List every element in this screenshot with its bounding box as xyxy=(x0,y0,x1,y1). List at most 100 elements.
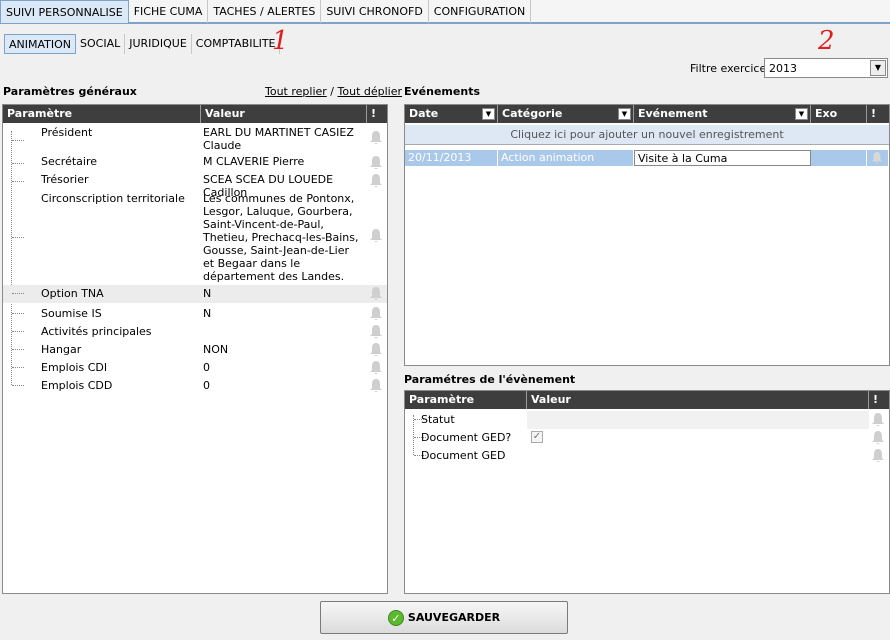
bell-icon[interactable] xyxy=(369,286,383,302)
event-row[interactable]: 20/11/2013 Action animation Visite à la … xyxy=(405,150,889,166)
link-separator: / xyxy=(330,85,335,98)
tree-branch xyxy=(12,140,24,141)
annotation-2: 2 xyxy=(818,26,835,56)
param-label: Soumise IS xyxy=(41,307,102,320)
col-header-value[interactable]: Valeur xyxy=(527,391,869,409)
bell-icon[interactable] xyxy=(369,155,383,171)
param-value: 0 xyxy=(203,361,210,374)
filter-exercice-select[interactable]: 2013 ▼ xyxy=(764,58,888,78)
event-params-title: Paramétres de l'évènement xyxy=(404,373,576,386)
param-label: Document GED? xyxy=(421,431,512,444)
param-row[interactable]: Hangar NON xyxy=(3,341,387,359)
col-header-value[interactable]: Valeur xyxy=(201,105,367,123)
bell-icon[interactable] xyxy=(871,448,885,464)
param-row[interactable]: Option TNA N xyxy=(3,285,387,303)
tab-taches-alertes[interactable]: TACHES / ALERTES xyxy=(208,0,322,23)
tree-branch xyxy=(12,181,24,182)
param-label: Emplois CDI xyxy=(41,361,108,374)
bell-icon[interactable] xyxy=(369,342,383,358)
document-ged-checkbox[interactable]: ✓ xyxy=(531,431,543,443)
param-value: N xyxy=(203,287,212,300)
tree-branch xyxy=(12,367,24,368)
tree-branch xyxy=(12,385,24,386)
param-row[interactable]: Emplois CDD 0 xyxy=(3,377,387,395)
save-button[interactable]: ✓ SAUVEGARDER xyxy=(320,601,568,634)
col-header-alert[interactable]: ! xyxy=(867,105,889,123)
main-tab-bar: SUIVI PERSONNALISE FICHE CUMA TACHES / A… xyxy=(0,0,890,24)
param-label: Circonscription territoriale xyxy=(41,192,185,205)
subtab-juridique[interactable]: JURIDIQUE xyxy=(125,34,192,54)
param-row[interactable]: Président EARL DU MARTINET CASIEZ Claude xyxy=(3,126,387,154)
param-value: Les communes de Pontonx, Lesgor, Laluque… xyxy=(203,192,359,283)
param-row[interactable]: Statut xyxy=(405,411,889,429)
chevron-down-icon[interactable]: ▼ xyxy=(795,108,808,120)
param-label: Trésorier xyxy=(41,173,89,186)
bell-icon[interactable] xyxy=(871,430,885,446)
filter-exercice-label: Filtre exercice xyxy=(690,62,767,75)
bell-icon[interactable] xyxy=(871,412,885,428)
col-header-category[interactable]: Catégorie ▼ xyxy=(498,105,634,123)
tree-branch xyxy=(12,163,24,164)
bell-icon[interactable] xyxy=(871,151,883,165)
chevron-down-icon[interactable]: ▼ xyxy=(618,108,631,120)
col-header-param[interactable]: Paramètre xyxy=(3,105,201,123)
subtab-social[interactable]: SOCIAL xyxy=(76,34,126,54)
param-row[interactable]: Circonscription territoriale Les commune… xyxy=(3,192,387,284)
general-params-grid: Paramètre Valeur ! Président EARL DU MAR… xyxy=(2,104,388,594)
event-category: Action animation xyxy=(498,150,634,166)
col-header-event-label: Evénement xyxy=(638,107,708,120)
tree-branch xyxy=(12,313,24,314)
save-button-label: SAUVEGARDER xyxy=(407,611,501,624)
add-record-row[interactable]: Cliquez ici pour ajouter un nouvel enreg… xyxy=(405,125,889,145)
param-row[interactable]: Trésorier SCEA SCEA DU LOUEDE Cadillon xyxy=(3,173,387,199)
tree-branch xyxy=(12,331,24,332)
tab-suivi-personnalise[interactable]: SUIVI PERSONNALISE xyxy=(0,0,129,23)
expand-all-link[interactable]: Tout déplier xyxy=(338,85,403,98)
tab-suivi-chronofd[interactable]: SUIVI CHRONOFD xyxy=(321,0,429,23)
collapse-all-link[interactable]: Tout replier xyxy=(265,85,327,98)
general-params-title: Paramètres généraux xyxy=(3,85,137,98)
param-row[interactable]: Secrétaire M CLAVERIE Pierre xyxy=(3,155,387,173)
bell-icon[interactable] xyxy=(369,378,383,394)
subtab-comptabilite[interactable]: COMPTABILITE xyxy=(192,34,281,54)
col-header-alert[interactable]: ! xyxy=(367,105,387,123)
param-row[interactable]: Activités principales xyxy=(3,323,387,341)
status-value-field[interactable] xyxy=(527,411,869,429)
bell-icon[interactable] xyxy=(369,173,383,189)
tab-fiche-cuma[interactable]: FICHE CUMA xyxy=(129,0,209,23)
param-row[interactable]: Document GED? ✓ xyxy=(405,429,889,447)
bell-icon[interactable] xyxy=(369,324,383,340)
event-alert-cell xyxy=(867,150,889,166)
param-label: Président xyxy=(41,126,93,139)
bell-icon[interactable] xyxy=(369,306,383,322)
col-header-date-label: Date xyxy=(409,107,439,120)
tree-branch xyxy=(12,237,24,238)
col-header-date[interactable]: Date ▼ xyxy=(405,105,498,123)
tree-branch xyxy=(12,293,24,294)
col-header-event[interactable]: Evénement ▼ xyxy=(634,105,811,123)
bell-icon[interactable] xyxy=(369,130,383,146)
bell-icon[interactable] xyxy=(369,360,383,376)
bell-icon[interactable] xyxy=(369,228,383,244)
grid-header: Paramètre Valeur ! xyxy=(405,391,889,409)
col-header-exo[interactable]: Exo xyxy=(811,105,867,123)
param-label: Option TNA xyxy=(41,287,104,300)
tree-toggle-links: Tout replier / Tout déplier xyxy=(265,85,402,98)
event-name[interactable]: Visite à la Cuma xyxy=(634,150,811,166)
chevron-down-icon[interactable]: ▼ xyxy=(870,60,886,76)
param-row[interactable]: Document GED xyxy=(405,447,889,465)
check-icon: ✓ xyxy=(387,609,404,626)
col-header-alert[interactable]: ! xyxy=(869,391,889,409)
filter-exercice-value: 2013 xyxy=(769,62,797,75)
param-label: Statut xyxy=(421,413,455,426)
chevron-down-icon[interactable]: ▼ xyxy=(482,108,495,120)
col-header-param[interactable]: Paramètre xyxy=(405,391,527,409)
event-date: 20/11/2013 xyxy=(405,150,498,166)
subtab-animation[interactable]: ANIMATION xyxy=(4,34,77,54)
param-row[interactable]: Soumise IS N xyxy=(3,305,387,323)
tab-configuration[interactable]: CONFIGURATION xyxy=(429,0,532,23)
param-row[interactable]: Emplois CDI 0 xyxy=(3,359,387,377)
col-header-category-label: Catégorie xyxy=(502,107,563,120)
param-value: EARL DU MARTINET CASIEZ Claude xyxy=(203,126,354,152)
param-value: N xyxy=(203,307,212,320)
